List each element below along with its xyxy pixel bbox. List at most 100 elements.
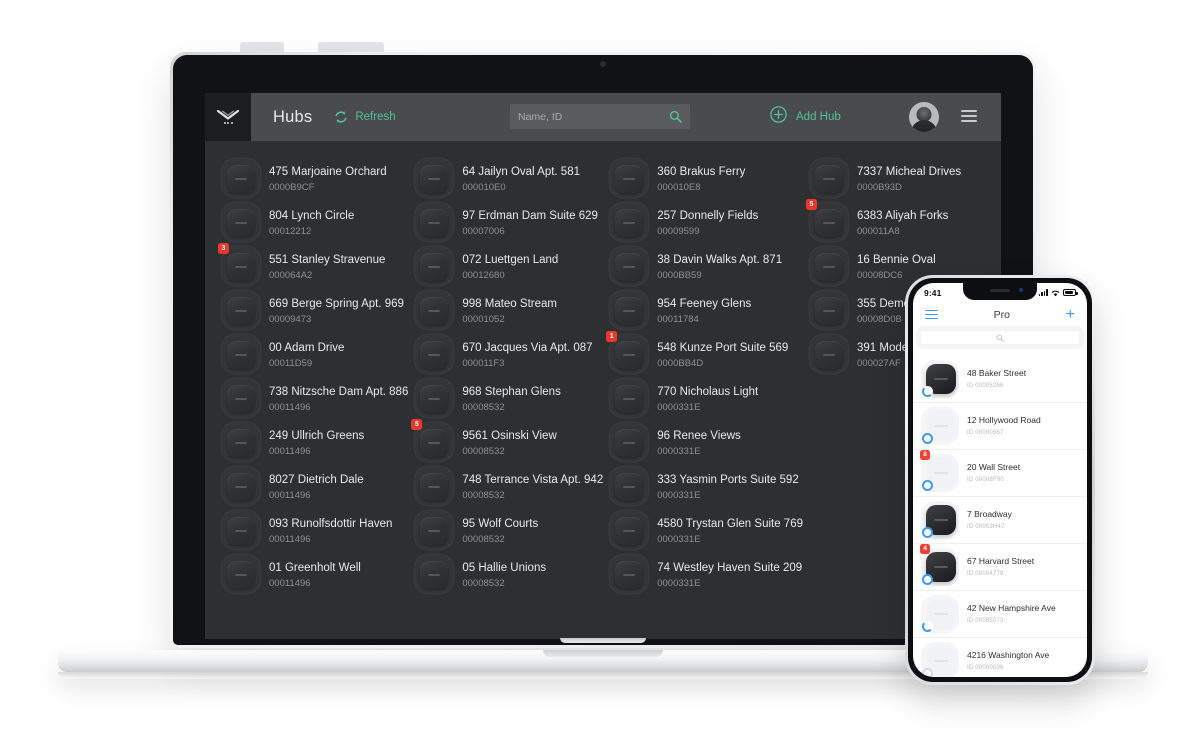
hub-item[interactable]: 74 Westley Haven Suite 209 0000331E [603,553,803,597]
hub-name: 954 Feeney Glens [657,297,752,310]
hub-id: 00008532 [462,445,505,457]
hub-item[interactable]: 05 Hallie Unions 00008532 [408,553,603,597]
hub-item[interactable]: 257 Donnelly Fields 00009599 [603,201,803,245]
hub-item[interactable]: 5 9561 Osinski View 00008532 [408,419,603,465]
phone-status-ring-icon [922,386,933,397]
hub-item[interactable]: 738 Nitzsche Dam Apt. 886 00011496 [215,377,408,421]
hub-alert-badge: 1 [606,331,618,342]
hub-icon-body [615,517,644,545]
phone-search-box[interactable] [920,330,1080,345]
hub-item[interactable]: 748 Terrance Vista Apt. 942 00008532 [408,465,603,509]
hub-item[interactable]: 01 Greenholt Well 00011496 [215,553,408,597]
hub-icon-body [615,429,644,457]
phone-list-item[interactable]: 12 Hollywood Road ID 00000567 [913,403,1087,450]
phone-alert-badge: 4 [920,544,930,554]
hub-item[interactable]: 670 Jacques Via Apt. 087 000011F3 [408,333,603,377]
hub-icon-body [227,429,255,457]
phone-device-icon [921,642,959,677]
hub-device-icon [415,159,454,197]
hub-name: 64 Jailyn Oval Apt. 581 [462,165,580,178]
hub-item[interactable]: 3 551 Stanley Stravenue 000064A2 [215,243,408,289]
hub-text: 249 Ullrich Greens 00011496 [269,429,364,458]
status-indicators [1038,284,1078,302]
search-icon[interactable] [669,110,682,123]
phone-item-text: 20 Wall Street ID 00008F90 [967,462,1020,484]
hub-item[interactable]: 333 Yasmin Ports Suite 592 0000331E [603,465,803,509]
phone-item-id: ID 00005073 [967,618,1004,624]
search-box[interactable] [510,104,690,129]
hub-item[interactable]: 249 Ullrich Greens 00011496 [215,421,408,465]
hub-item[interactable]: 475 Marjoaine Orchard 0000B9CF [215,157,408,201]
hub-item[interactable]: 00 Adam Drive 00011D59 [215,333,408,377]
phone-list-item[interactable]: 4 67 Harvard Street ID 00004779 [913,544,1087,591]
phone-hamburger-icon[interactable] [925,309,938,320]
phone-screen: 9:41 Pro + 48 Baker Street ID 00005266 1… [913,283,1087,677]
phone-list-item[interactable]: 48 Baker Street ID 00005266 [913,356,1087,403]
hub-device-icon [222,159,260,197]
hub-item[interactable]: 669 Berge Spring Apt. 969 00009473 [215,289,408,333]
brand-logo[interactable] [205,93,251,141]
hub-item[interactable]: 804 Lynch Circle 00012212 [215,201,408,245]
hub-device-icon [415,511,454,549]
avatar[interactable] [909,102,939,132]
phone-item-name: 12 Hollywood Road [967,415,1041,425]
hub-item[interactable]: 97 Erdman Dam Suite 629 00007006 [408,201,603,245]
hub-id: 00008532 [462,489,505,501]
hub-icon-body [815,165,843,193]
hub-id: 00012212 [269,225,312,237]
hub-item[interactable]: 770 Nicholaus Light 0000331E [603,377,803,421]
hub-id: 0000BB59 [657,269,702,281]
hub-text: 475 Marjoaine Orchard 0000B9CF [269,165,387,194]
hub-device-icon [222,203,260,241]
hub-item[interactable]: 072 Luettgen Land 00012680 [408,245,603,289]
hub-item[interactable]: 7337 Micheal Drives 0000B93D [803,157,991,201]
hub-icon-body [227,253,255,281]
hub-id: 00008532 [462,577,505,589]
hub-item[interactable]: 95 Wolf Courts 00008532 [408,509,603,553]
add-hub-button[interactable]: Add Hub [770,106,841,128]
laptop-bezel: Hubs Refresh Name, ID Add Hub 475 Marjoa… [173,55,1033,645]
hub-alert-badge: 5 [411,419,423,430]
hub-item[interactable]: 968 Stephan Glens 00008532 [408,377,603,421]
hub-item[interactable]: 5 6383 Aliyah Forks 000011A8 [803,199,991,245]
phone-status-ring-icon [922,621,933,632]
hub-id: 000010E0 [462,181,506,193]
phone-item-name: 4216 Washington Ave [967,650,1050,660]
hub-item[interactable]: 96 Renee Views 0000331E [603,421,803,465]
phone-list-item[interactable]: 7 Broadway ID 00003H47 [913,497,1087,544]
hub-item[interactable]: 093 Runolfsdottir Haven 00011496 [215,509,408,553]
phone-list-item[interactable]: 4216 Washington Ave ID 00000036 [913,638,1087,677]
hub-item[interactable]: 64 Jailyn Oval Apt. 581 000010E0 [408,157,603,201]
phone-list-item[interactable]: 8 20 Wall Street ID 00008F90 [913,450,1087,497]
hub-device-icon: 5 [411,419,454,461]
hub-item[interactable]: 998 Mateo Stream 00001052 [408,289,603,333]
hub-device-icon: 1 [606,331,649,373]
hub-name: 360 Brakus Ferry [657,165,746,178]
hub-id: 0000331E [657,401,701,413]
hub-item[interactable]: 360 Brakus Ferry 000010E8 [603,157,803,201]
hub-item[interactable]: 38 Davin Walks Apt. 871 0000BB59 [603,245,803,289]
hub-item[interactable]: 8027 Dietrich Dale 00011496 [215,465,408,509]
menu-icon[interactable] [961,110,977,122]
search-input[interactable] [518,110,669,123]
hub-icon-body [420,561,449,589]
hub-item[interactable]: 1 548 Kunze Port Suite 569 0000BB4D [603,331,803,377]
phone-list-item[interactable]: 42 New Hampshire Ave ID 00005073 [913,591,1087,638]
hub-name: 968 Stephan Glens [462,385,561,398]
phone-status-ring-icon [922,527,933,538]
screenshot-root: Hubs Refresh Name, ID Add Hub 475 Marjoa… [0,0,1200,731]
hub-id: 0000331E [657,489,701,501]
phone-item-text: 48 Baker Street ID 00005266 [967,368,1026,390]
phone-item-id: ID 00000567 [967,430,1004,436]
hub-item[interactable]: 954 Feeney Glens 00011784 [603,289,803,333]
hub-device-icon [610,203,649,241]
hub-item[interactable]: 4580 Trystan Glen Suite 769 0000331E [603,509,803,553]
phone-device-icon [921,360,959,398]
hub-name: 4580 Trystan Glen Suite 769 [657,517,803,530]
refresh-button[interactable]: Refresh [334,110,396,124]
hub-text: 670 Jacques Via Apt. 087 000011F3 [462,341,592,370]
phone-add-icon[interactable]: + [1066,306,1075,322]
hub-device-icon [222,423,260,461]
hub-icon-body [227,473,255,501]
hub-id: 0000B9CF [269,181,315,193]
